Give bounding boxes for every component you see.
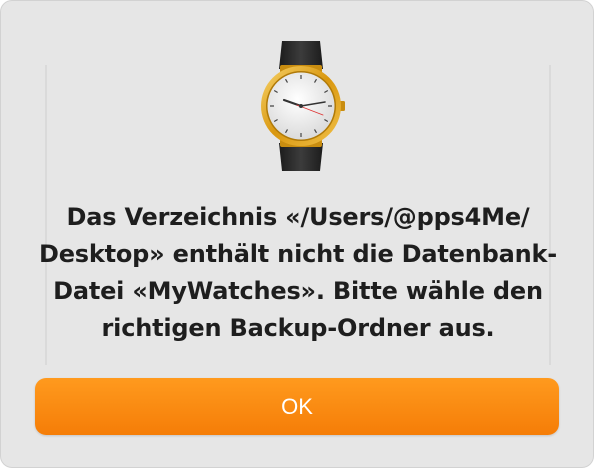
message-line-1: Das Verzeichnis «/Users/@pps4Me/	[66, 203, 530, 231]
ok-button[interactable]: OK	[35, 378, 559, 435]
wristwatch-icon	[261, 41, 345, 171]
message-line-3: Datei «MyWatches». Bitte wähle den	[53, 277, 543, 305]
alert-message: Das Verzeichnis «/Users/@pps4Me/ Desktop…	[21, 199, 575, 347]
alert-dialog: Das Verzeichnis «/Users/@pps4Me/ Desktop…	[0, 0, 594, 468]
message-line-2: Desktop» enthält nicht die Datenbank-	[38, 240, 558, 268]
ok-button-label: OK	[281, 393, 313, 419]
message-line-4: richtigen Backup-Ordner aus.	[101, 314, 495, 342]
